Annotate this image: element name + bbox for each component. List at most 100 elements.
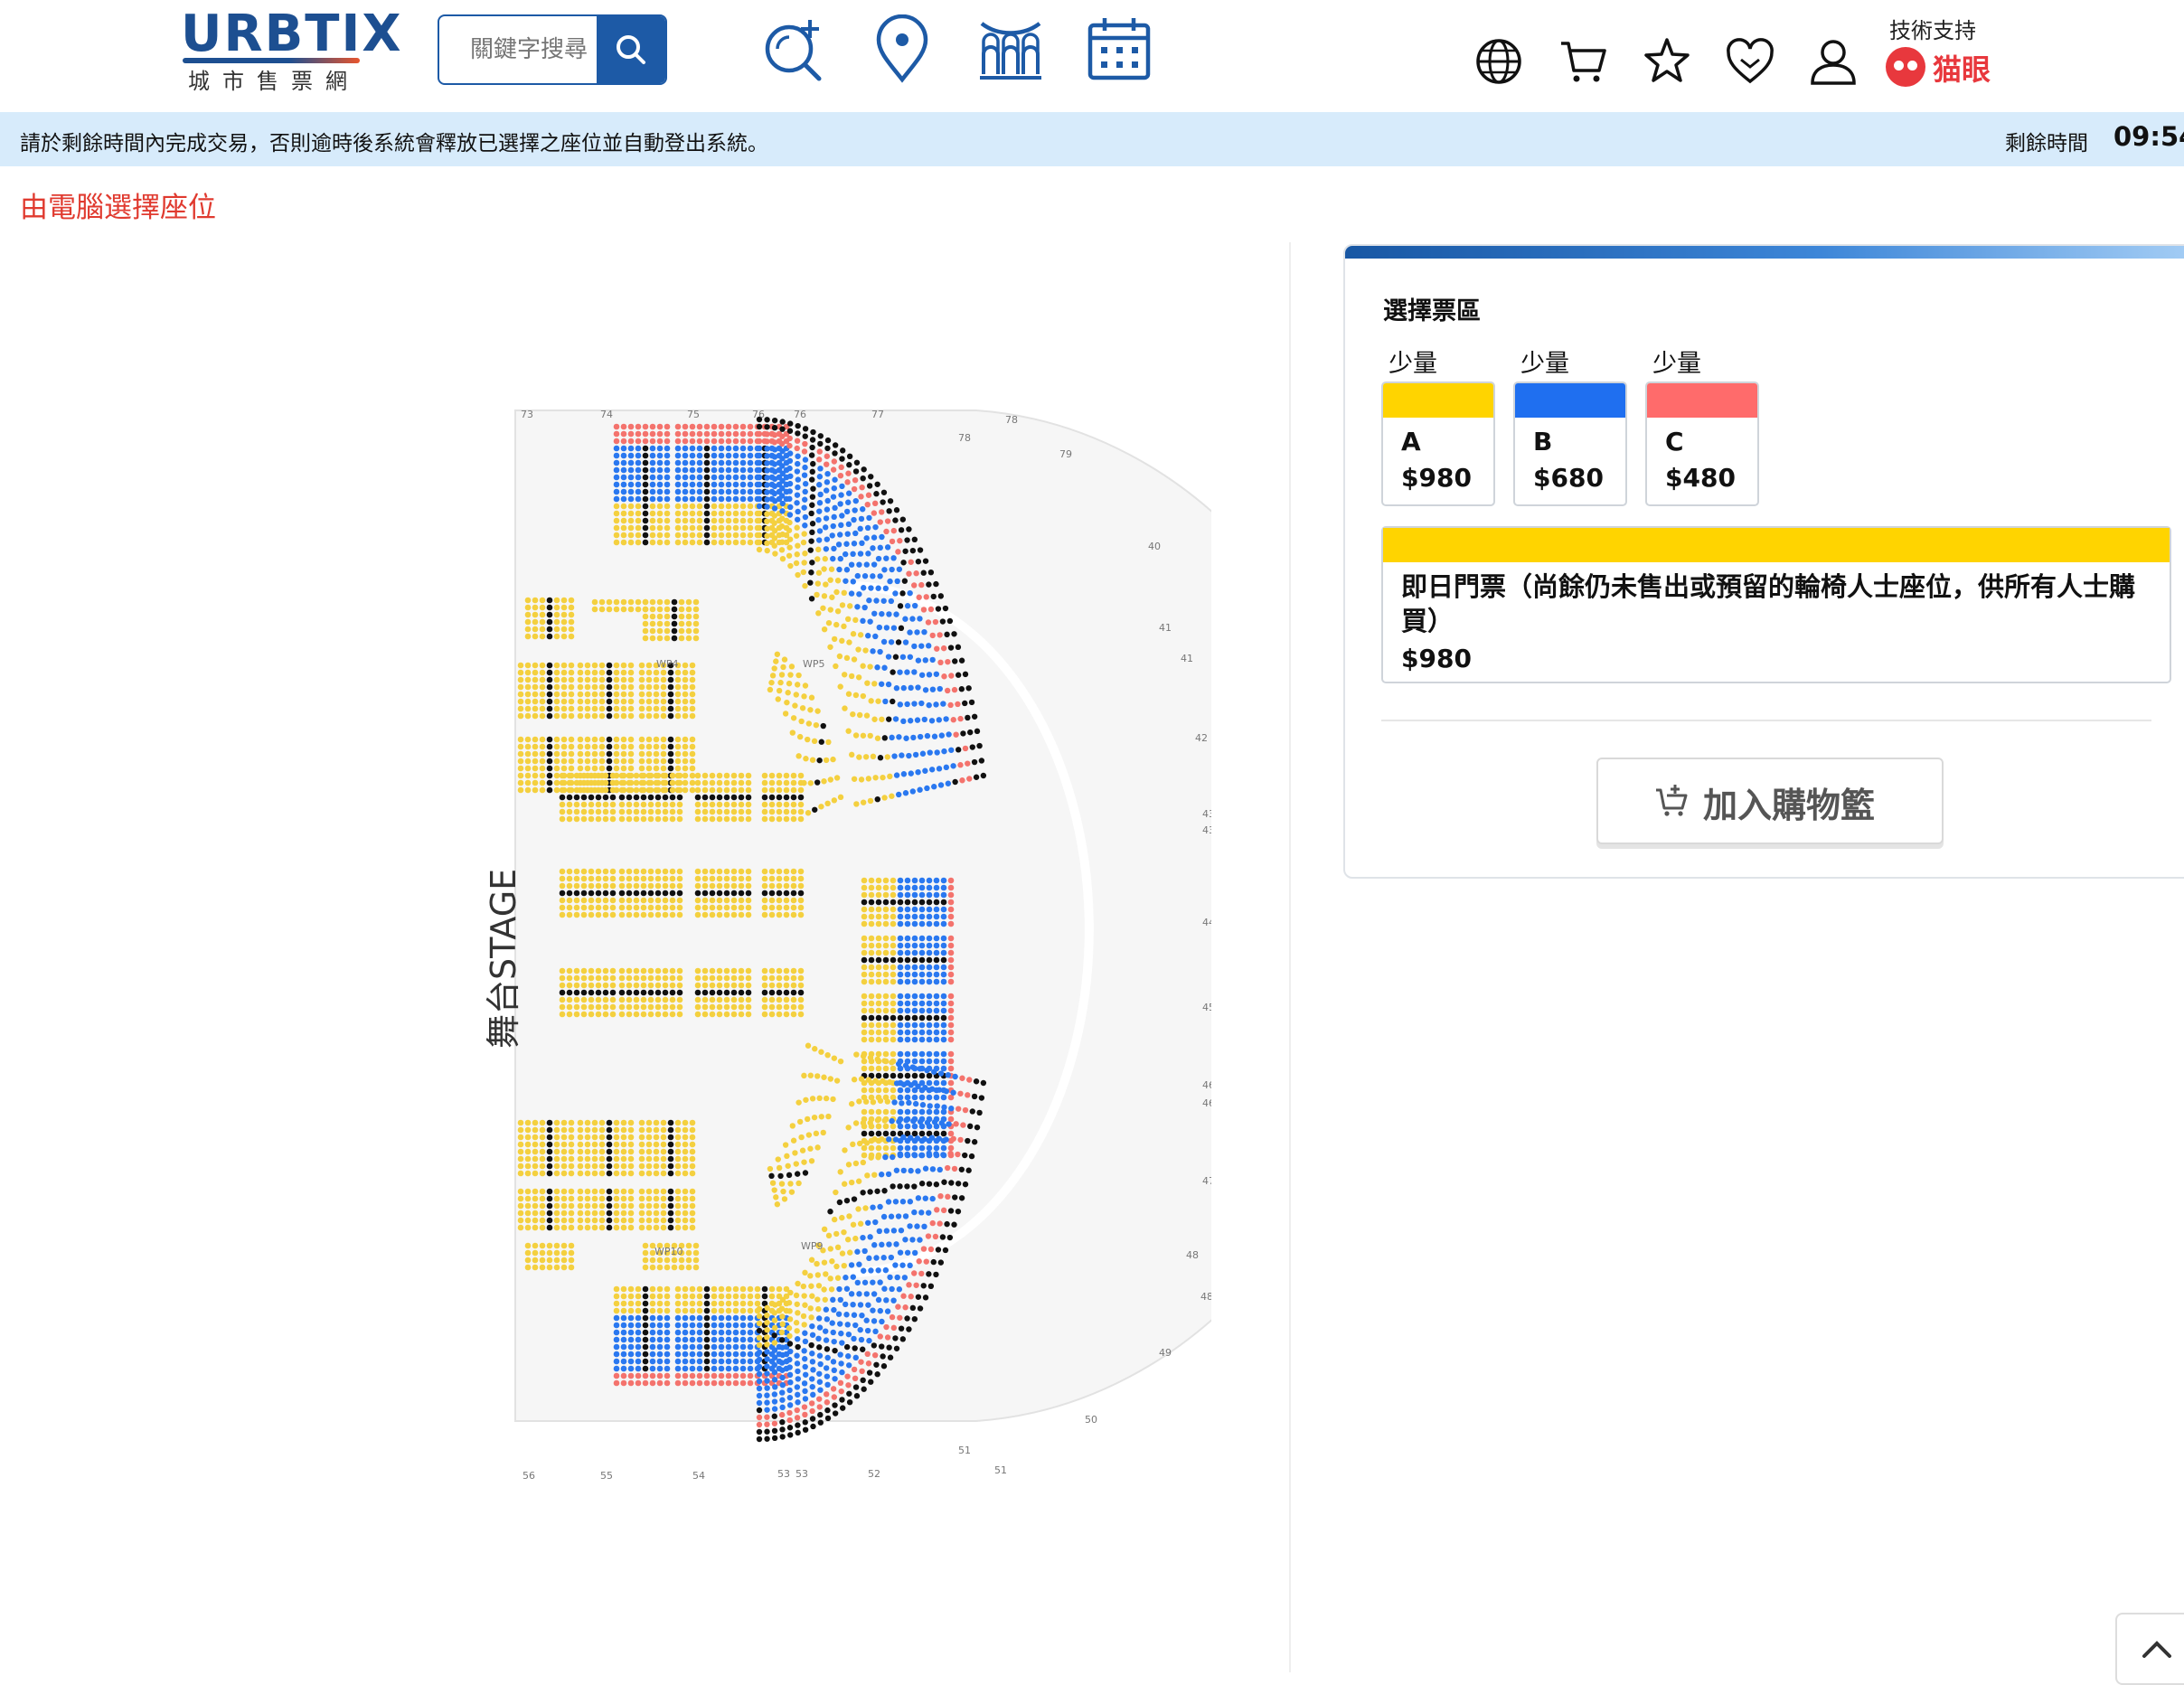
seat[interactable] — [517, 772, 524, 779]
seat[interactable] — [682, 1379, 689, 1387]
seat[interactable] — [703, 423, 711, 430]
seat[interactable] — [924, 1067, 930, 1074]
seat[interactable] — [640, 1003, 647, 1011]
seat[interactable] — [692, 606, 700, 613]
seat[interactable] — [747, 474, 754, 481]
seat[interactable] — [633, 868, 640, 875]
seat[interactable] — [817, 433, 824, 439]
seat[interactable] — [711, 474, 718, 481]
seat[interactable] — [747, 423, 754, 430]
seat[interactable] — [613, 438, 620, 445]
seat[interactable] — [771, 447, 778, 453]
seat[interactable] — [660, 1224, 667, 1231]
seat[interactable] — [703, 1372, 711, 1379]
seat[interactable] — [838, 522, 844, 529]
seat[interactable] — [891, 753, 898, 759]
seat[interactable] — [890, 1297, 897, 1304]
seat[interactable] — [764, 489, 770, 495]
seat[interactable] — [874, 1188, 880, 1194]
seat[interactable] — [524, 1257, 532, 1264]
seat[interactable] — [676, 911, 683, 918]
seat[interactable] — [711, 459, 718, 466]
seat[interactable] — [879, 1343, 885, 1350]
seat[interactable] — [560, 712, 568, 720]
seat[interactable] — [660, 683, 667, 691]
seat[interactable] — [739, 1358, 747, 1365]
seat[interactable] — [856, 1140, 863, 1147]
seat[interactable] — [517, 1202, 524, 1210]
seat[interactable] — [613, 510, 620, 517]
venue-location-icon[interactable] — [868, 14, 937, 83]
seat[interactable] — [692, 635, 700, 642]
seat[interactable] — [649, 459, 656, 466]
seat[interactable] — [783, 974, 790, 982]
seat[interactable] — [517, 758, 524, 765]
seat[interactable] — [845, 1353, 852, 1360]
seat[interactable] — [952, 658, 958, 664]
seat[interactable] — [776, 911, 783, 918]
seat[interactable] — [745, 1003, 752, 1011]
seat[interactable] — [635, 466, 642, 474]
seat[interactable] — [553, 772, 560, 779]
seat[interactable] — [580, 890, 588, 897]
seat[interactable] — [756, 503, 763, 510]
seat[interactable] — [732, 1314, 739, 1322]
seat[interactable] — [816, 508, 823, 514]
seat[interactable] — [539, 618, 546, 626]
seat[interactable] — [620, 495, 627, 503]
seat[interactable] — [848, 1291, 855, 1297]
seat[interactable] — [861, 956, 868, 964]
seat[interactable] — [877, 1333, 883, 1340]
seat[interactable] — [909, 1304, 917, 1312]
seat[interactable] — [787, 1348, 794, 1355]
seat[interactable] — [627, 1195, 635, 1202]
seat[interactable] — [718, 1372, 725, 1379]
seat[interactable] — [802, 440, 808, 447]
seat[interactable] — [532, 698, 539, 705]
seat[interactable] — [779, 1374, 786, 1381]
seat[interactable] — [560, 1257, 568, 1264]
seat[interactable] — [823, 487, 830, 494]
seat[interactable] — [858, 515, 865, 522]
seat[interactable] — [620, 532, 627, 539]
seat[interactable] — [937, 1070, 945, 1077]
seat[interactable] — [725, 1285, 732, 1293]
seat[interactable] — [918, 1000, 926, 1007]
seat[interactable] — [860, 732, 867, 739]
seat[interactable] — [747, 1300, 754, 1307]
seat[interactable] — [546, 662, 553, 669]
seat[interactable] — [524, 1217, 532, 1224]
seat[interactable] — [524, 1202, 532, 1210]
seat[interactable] — [951, 1221, 957, 1228]
seat[interactable] — [716, 794, 723, 801]
seat[interactable] — [897, 701, 904, 708]
seat[interactable] — [627, 1365, 635, 1372]
seat[interactable] — [584, 1126, 591, 1134]
seat[interactable] — [635, 423, 642, 430]
seat[interactable] — [606, 698, 613, 705]
seat[interactable] — [694, 967, 701, 974]
seat[interactable] — [560, 1148, 568, 1155]
seat[interactable] — [957, 715, 964, 722]
seat[interactable] — [861, 1108, 868, 1115]
seat[interactable] — [890, 1108, 897, 1115]
seat[interactable] — [539, 743, 546, 750]
seat[interactable] — [801, 1072, 807, 1079]
seat[interactable] — [915, 1294, 922, 1300]
seat[interactable] — [595, 982, 602, 989]
seat[interactable] — [794, 1336, 801, 1342]
seat[interactable] — [886, 716, 892, 722]
seat[interactable] — [914, 629, 920, 635]
seat[interactable] — [938, 732, 946, 739]
seat[interactable] — [609, 967, 617, 974]
seat[interactable] — [807, 1273, 814, 1279]
seat[interactable] — [832, 476, 838, 483]
seat[interactable] — [709, 815, 716, 823]
seat[interactable] — [933, 971, 940, 978]
seat[interactable] — [667, 1141, 674, 1148]
seat[interactable] — [553, 1126, 560, 1134]
seat[interactable] — [553, 786, 560, 794]
seat[interactable] — [868, 474, 874, 480]
seat[interactable] — [711, 1293, 718, 1300]
seat[interactable] — [577, 1141, 584, 1148]
